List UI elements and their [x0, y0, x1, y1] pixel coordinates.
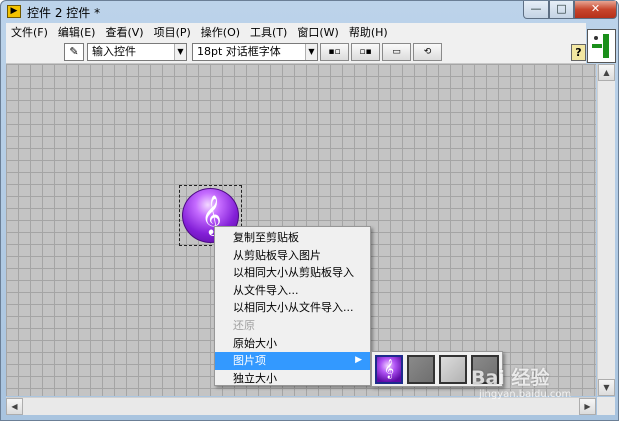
connector-pane-icon[interactable] — [587, 29, 616, 63]
picture-item-1[interactable]: 𝄞 — [375, 355, 403, 384]
menu-view[interactable]: 查看(V) — [100, 24, 148, 40]
align-objects-button[interactable]: ▪▫ — [320, 43, 349, 61]
scroll-left-button[interactable]: ◀ — [6, 398, 23, 415]
menu-help[interactable]: 帮助(H) — [344, 24, 393, 40]
context-menu: 复制至剪贴板 从剪贴板导入图片 以相同大小从剪贴板导入 从文件导入... 以相同… — [214, 226, 371, 386]
scrollbar-corner — [597, 397, 615, 415]
menu-import-from-file[interactable]: 从文件导入... — [215, 282, 370, 300]
menu-tools[interactable]: 工具(T) — [245, 24, 292, 40]
menu-file[interactable]: 文件(F) — [6, 24, 53, 40]
chevron-down-icon: ▼ — [305, 44, 317, 60]
menu-import-clipboard-same-size[interactable]: 以相同大小从剪贴板导入 — [215, 264, 370, 282]
window-title: 控件 2 控件 * — [27, 6, 101, 20]
maximize-button[interactable]: □ — [549, 1, 574, 19]
resize-objects-button[interactable]: ▭ — [382, 43, 411, 61]
connector-pane-graphic — [592, 34, 609, 58]
menu-edit[interactable]: 编辑(E) — [53, 24, 101, 40]
font-select[interactable]: 18pt 对话框字体 ▼ — [192, 43, 318, 61]
music-note-icon: 𝄞 — [383, 359, 395, 379]
menu-import-from-clipboard[interactable]: 从剪贴板导入图片 — [215, 247, 370, 265]
menu-window[interactable]: 窗口(W) — [292, 24, 343, 40]
labview-app-icon: ▶ — [7, 5, 21, 18]
control-type-value: 输入控件 — [92, 45, 136, 58]
font-value: 18pt 对话框字体 — [197, 45, 281, 58]
minimize-button[interactable]: — — [523, 1, 549, 19]
menu-project[interactable]: 项目(P) — [149, 24, 196, 40]
menu-bar: 文件(F) 编辑(E) 查看(V) 项目(P) 操作(O) 工具(T) 窗口(W… — [6, 23, 586, 41]
menu-picture-item-label: 图片项 — [233, 354, 266, 368]
help-button[interactable]: ? — [571, 44, 586, 61]
chevron-down-icon: ▼ — [174, 44, 186, 60]
submenu-arrow-icon: ▶ — [355, 355, 362, 366]
distribute-objects-button[interactable]: ▫▪ — [351, 43, 380, 61]
title-bar[interactable]: ▶ 控件 2 控件 * — □ ✕ — [1, 1, 618, 23]
menu-operate[interactable]: 操作(O) — [196, 24, 245, 40]
watermark-logo: Bai 经验 — [471, 367, 550, 389]
picture-item-2[interactable] — [407, 355, 435, 384]
application-window: ▶ 控件 2 控件 * — □ ✕ 文件(F) 编辑(E) 查看(V) 项目(P… — [0, 0, 619, 421]
close-button[interactable]: ✕ — [574, 1, 617, 19]
scroll-up-button[interactable]: ▲ — [598, 64, 615, 81]
menu-import-file-same-size[interactable]: 以相同大小从文件导入... — [215, 299, 370, 317]
menu-copy-to-clipboard[interactable]: 复制至剪贴板 — [215, 229, 370, 247]
menu-original-size[interactable]: 原始大小 — [215, 335, 370, 353]
scroll-down-button[interactable]: ▼ — [598, 379, 615, 396]
control-type-select[interactable]: 输入控件 ▼ — [87, 43, 187, 61]
scroll-right-button[interactable]: ▶ — [579, 398, 596, 415]
menu-revert: 还原 — [233, 318, 255, 332]
picture-item-3[interactable] — [439, 355, 467, 384]
menu-picture-item[interactable]: 图片项 ▶ — [215, 352, 370, 370]
vertical-scrollbar[interactable]: ▲ ▼ — [597, 64, 615, 396]
watermark-url: jingyan.baidu.com — [479, 389, 572, 400]
reorder-button[interactable]: ⟲ — [413, 43, 442, 61]
edit-tool-icon[interactable]: ✎ — [64, 43, 84, 61]
menu-independent-size[interactable]: 独立大小 — [215, 370, 370, 388]
toolbar: ✎ 输入控件 ▼ 18pt 对话框字体 ▼ ▪▫ ▫▪ ▭ ⟲ ? — [6, 41, 586, 64]
